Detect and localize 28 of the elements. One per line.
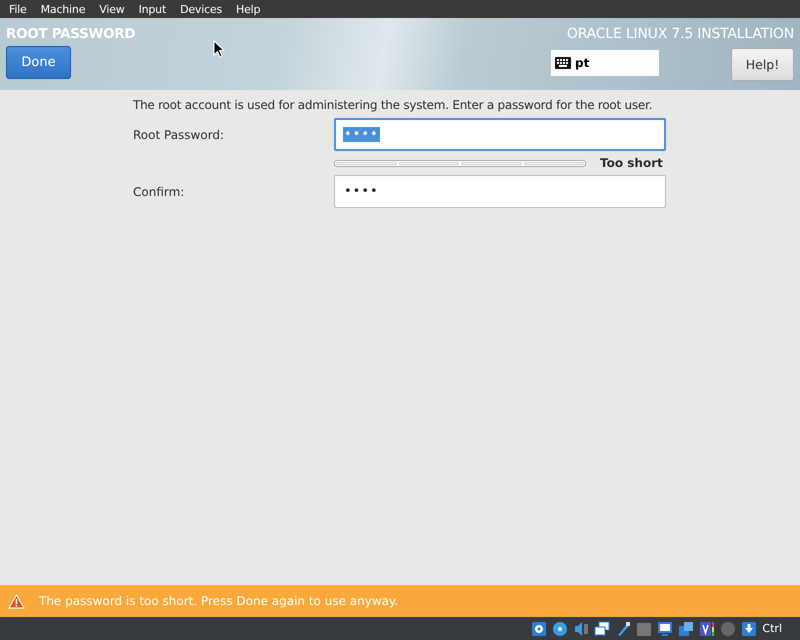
done-button[interactable]: Done: [6, 46, 71, 79]
cursor-icon: [213, 40, 225, 58]
password-field[interactable]: ••••: [334, 175, 666, 208]
spoke-title: ROOT PASSWORD: [6, 26, 136, 42]
network-icon[interactable]: [594, 620, 610, 636]
field-label: Confirm:: [133, 184, 186, 198]
field-label: Root Password:: [133, 128, 226, 142]
audio-icon[interactable]: [573, 620, 590, 636]
optical-disc-icon[interactable]: [552, 620, 568, 636]
strength-label: Too short: [600, 156, 663, 170]
menu-item[interactable]: View: [92, 2, 132, 16]
menu-item[interactable]: Input: [132, 2, 174, 16]
keyboard-capture-icon[interactable]: [741, 620, 758, 636]
product-title: ORACLE LINUX 7.5 INSTALLATION: [566, 26, 794, 42]
warning-message: The password is too short. Press Done again to use anyway.: [39, 594, 398, 608]
capture-icon[interactable]: [678, 620, 694, 636]
host-key-label: Ctrl: [762, 622, 782, 635]
display-icon[interactable]: [657, 620, 674, 636]
warning-icon: [8, 594, 25, 608]
menu-item[interactable]: File: [2, 2, 34, 16]
menu-item[interactable]: Machine: [34, 2, 92, 16]
menu-item[interactable]: Help: [229, 2, 268, 16]
help-button[interactable]: Help!: [731, 48, 794, 81]
keyboard-layout-indicator[interactable]: pt: [551, 50, 659, 76]
description-text: The root account is used for administering the system. Enter a password for the root user.: [133, 98, 654, 112]
keyboard-icon: [555, 57, 571, 69]
virtualization-icon[interactable]: [699, 620, 716, 636]
menu-item[interactable]: Devices: [173, 2, 230, 16]
